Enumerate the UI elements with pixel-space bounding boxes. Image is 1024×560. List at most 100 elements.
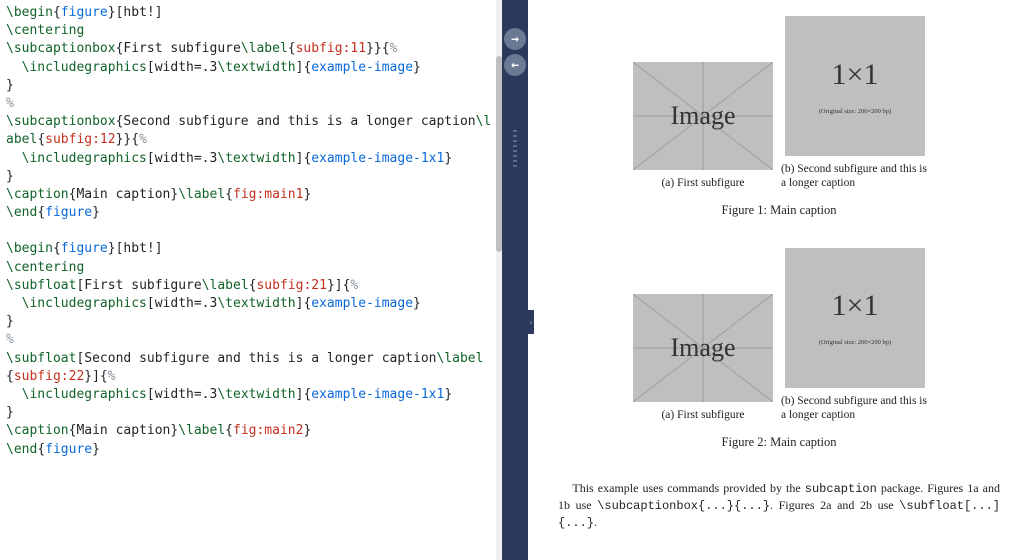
token: } <box>303 423 311 438</box>
token: {First subfigure <box>116 41 241 56</box>
token: {Main caption} <box>69 187 179 202</box>
source-line[interactable] <box>6 222 496 240</box>
token: } <box>6 314 14 329</box>
token: \end <box>6 442 37 457</box>
token: { <box>53 5 61 20</box>
source-line[interactable]: \centering <box>6 259 496 277</box>
pane-divider[interactable]: → ← › <box>502 0 528 560</box>
token: } <box>92 205 100 220</box>
source-line[interactable]: \includegraphics[width=.3\textwidth]{exa… <box>6 386 496 404</box>
figure-2b: 1×1 (Original size: 200×200 bp) (b) Seco… <box>785 248 925 423</box>
token: % <box>6 332 14 347</box>
token: figure <box>61 241 108 256</box>
token: example-image-1x1 <box>311 387 444 402</box>
token: } <box>303 187 311 202</box>
source-line[interactable]: \end{figure} <box>6 204 496 222</box>
token: ]{ <box>296 60 312 75</box>
source-line[interactable]: \includegraphics[width=.3\textwidth]{exa… <box>6 150 496 168</box>
token: { <box>37 442 45 457</box>
token: % <box>6 96 14 111</box>
token <box>6 151 22 166</box>
token: } <box>444 387 452 402</box>
sync-forward-button[interactable]: → <box>504 28 526 50</box>
token: { <box>53 241 61 256</box>
onebyone-text: 1×1 <box>832 58 879 92</box>
drag-handle-icon[interactable] <box>513 130 517 170</box>
token: [width=.3 <box>147 296 217 311</box>
image-text: Image <box>671 333 736 363</box>
source-line[interactable]: % <box>6 95 496 113</box>
source-line[interactable]: \subfloat[Second subfigure and this is a… <box>6 350 496 386</box>
token: % <box>139 132 147 147</box>
figure-2-row: Image (a) First subfigure 1×1 (Original … <box>558 248 1000 423</box>
token: } <box>6 405 14 420</box>
token: subfig:11 <box>296 41 366 56</box>
expand-pane-button[interactable]: › <box>528 310 534 334</box>
source-line[interactable]: \caption{Main caption}\label{fig:main2} <box>6 422 496 440</box>
token: example-image-1x1 <box>311 151 444 166</box>
figure-1-maincaption: Figure 1: Main caption <box>558 203 1000 218</box>
token: \centering <box>6 23 84 38</box>
source-line[interactable]: % <box>6 331 496 349</box>
source-line[interactable]: \begin{figure}[hbt!] <box>6 240 496 258</box>
source-line[interactable]: } <box>6 404 496 422</box>
token: \includegraphics <box>22 151 147 166</box>
source-line[interactable]: \subcaptionbox{Second subfigure and this… <box>6 113 496 149</box>
token: ]{ <box>296 387 312 402</box>
token: [width=.3 <box>147 60 217 75</box>
token: \begin <box>6 241 53 256</box>
token: { <box>288 41 296 56</box>
token: }}{ <box>366 41 389 56</box>
token: { <box>225 423 233 438</box>
token: { <box>37 132 45 147</box>
token: \begin <box>6 5 53 20</box>
onebyone-small: (Original size: 200×200 bp) <box>819 339 891 346</box>
para-text: This example uses commands provided by t… <box>572 481 804 495</box>
pdf-preview[interactable]: Image (a) First subfigure 1×1 (Original … <box>528 0 1024 560</box>
token: figure <box>45 205 92 220</box>
token: subfig:12 <box>45 132 115 147</box>
para-code: subcaption <box>805 482 877 496</box>
para-code: \subcaptionbox{...}{...} <box>597 499 770 513</box>
source-line[interactable]: } <box>6 168 496 186</box>
source-line[interactable]: \subcaptionbox{First subfigure\label{sub… <box>6 40 496 58</box>
token: \label <box>436 351 483 366</box>
token: \subfloat <box>6 351 76 366</box>
token: } <box>6 169 14 184</box>
token: \subfloat <box>6 278 76 293</box>
para-text: . Figures 2a and 2b use <box>770 498 899 512</box>
token: {Second subfigure and this is a longer c… <box>116 114 476 129</box>
latex-source-editor[interactable]: \begin{figure}[hbt!]\centering\subcaptio… <box>0 0 502 560</box>
token: \textwidth <box>217 296 295 311</box>
token: }[hbt!] <box>108 241 163 256</box>
source-line[interactable]: \centering <box>6 22 496 40</box>
token: } <box>413 60 421 75</box>
figure-1b-caption: (b) Second subfigure and this is a longe… <box>781 162 929 191</box>
source-line[interactable]: \includegraphics[width=.3\textwidth]{exa… <box>6 295 496 313</box>
token: \label <box>178 423 225 438</box>
token: }}{ <box>116 132 139 147</box>
token: }]{ <box>327 278 350 293</box>
example-image-1x1-placeholder: 1×1 (Original size: 200×200 bp) <box>785 248 925 388</box>
source-line[interactable]: \end{figure} <box>6 441 496 459</box>
figure-1a: Image (a) First subfigure <box>633 62 773 190</box>
token: figure <box>45 442 92 457</box>
source-line[interactable]: \subfloat[First subfigure\label{subfig:2… <box>6 277 496 295</box>
figure-2a-caption: (a) First subfigure <box>629 408 777 422</box>
token: \textwidth <box>217 151 295 166</box>
source-line[interactable]: \includegraphics[width=.3\textwidth]{exa… <box>6 59 496 77</box>
figure-2a: Image (a) First subfigure <box>633 294 773 422</box>
token: \includegraphics <box>22 60 147 75</box>
token: \textwidth <box>217 60 295 75</box>
source-line[interactable]: } <box>6 77 496 95</box>
source-line[interactable]: } <box>6 313 496 331</box>
source-line[interactable]: \caption{Main caption}\label{fig:main1} <box>6 186 496 204</box>
figure-1a-caption: (a) First subfigure <box>629 176 777 190</box>
token: { <box>37 205 45 220</box>
token: { <box>6 369 14 384</box>
source-line[interactable]: \begin{figure}[hbt!] <box>6 4 496 22</box>
example-image-placeholder: Image <box>633 294 773 402</box>
token: % <box>390 41 398 56</box>
sync-back-button[interactable]: ← <box>504 54 526 76</box>
body-paragraph: This example uses commands provided by t… <box>558 480 1000 532</box>
